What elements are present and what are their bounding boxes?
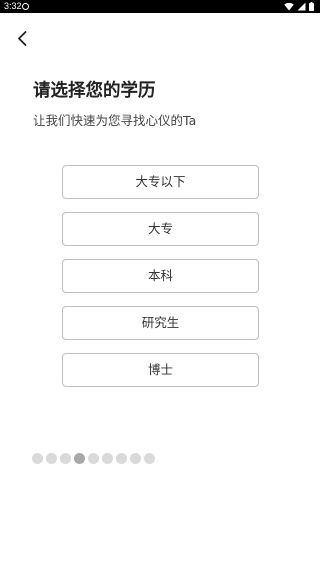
progress-dot: [130, 453, 141, 464]
option-postgraduate-button[interactable]: 研究生: [62, 306, 259, 340]
status-bar: 3:32: [0, 0, 320, 13]
option-bachelor-button[interactable]: 本科: [62, 259, 259, 293]
signal-icon: [297, 2, 306, 11]
progress-dot: [102, 453, 113, 464]
wifi-icon: [284, 2, 294, 11]
education-options: 大专以下 大专 本科 研究生 博士: [62, 165, 259, 400]
step-progress-indicator: [32, 453, 155, 464]
option-below-college-button[interactable]: 大专以下: [62, 165, 259, 199]
progress-dot: [60, 453, 71, 464]
progress-dot: [32, 453, 43, 464]
notification-icon: [22, 3, 29, 10]
page-subtitle: 让我们快速为您寻找心仪的Ta: [33, 113, 197, 128]
progress-dot: [116, 453, 127, 464]
status-time: 3:32: [4, 1, 22, 11]
back-button[interactable]: [12, 28, 34, 50]
page-title: 请选择您的学历: [33, 81, 156, 101]
option-college-button[interactable]: 大专: [62, 212, 259, 246]
option-doctorate-button[interactable]: 博士: [62, 353, 259, 387]
progress-dot-active: [74, 453, 85, 464]
chevron-left-icon: [18, 31, 27, 46]
progress-dot: [46, 453, 57, 464]
status-icons: [284, 2, 314, 11]
progress-dot: [144, 453, 155, 464]
battery-icon: [309, 2, 314, 11]
progress-dot: [88, 453, 99, 464]
